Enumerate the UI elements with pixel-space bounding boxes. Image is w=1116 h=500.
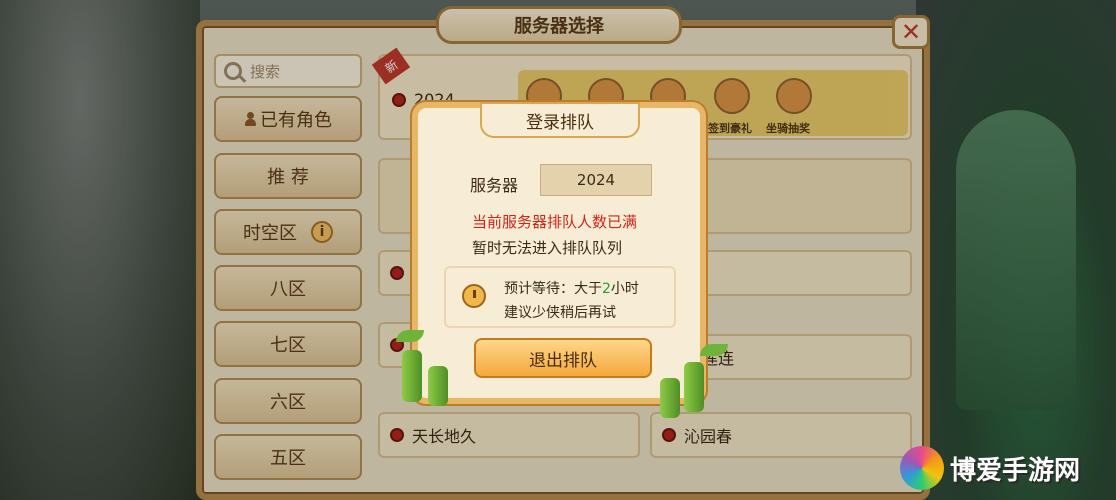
bamboo-decoration	[428, 366, 448, 406]
flower-logo-icon	[900, 446, 944, 490]
site-watermark: 博爱手游网	[900, 446, 1080, 490]
exit-queue-button[interactable]: 退出排队	[474, 338, 652, 378]
queue-info-text: 暂时无法进入排队队列	[472, 239, 623, 257]
bamboo-decoration	[660, 378, 680, 418]
login-queue-dialog: 登录排队 服务器 2024 当前服务器排队人数已满 暂时无法进入排队队列 预计等…	[412, 102, 706, 404]
watermark-text: 博爱手游网	[950, 455, 1081, 486]
server-label: 服务器	[470, 176, 519, 195]
suggestion-text: 建议少侠稍后再试	[504, 305, 616, 321]
queue-full-warning: 当前服务器排队人数已满	[472, 213, 638, 231]
clock-icon	[462, 284, 486, 308]
server-value: 2024	[540, 164, 652, 196]
bamboo-decoration	[684, 362, 704, 412]
dialog-title: 登录排队	[480, 102, 640, 138]
estimated-wait-text: 预计等待：大于2小时	[504, 281, 639, 297]
bamboo-decoration	[402, 350, 422, 402]
